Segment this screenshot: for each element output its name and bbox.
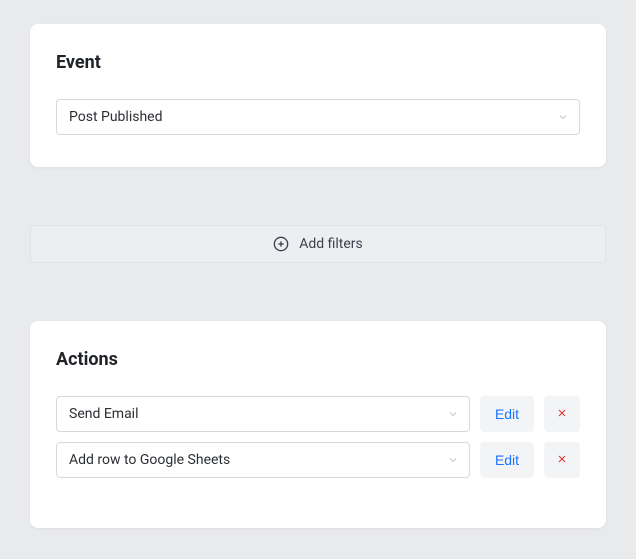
chevron-down-icon	[557, 111, 569, 123]
plus-circle-icon	[273, 236, 289, 252]
actions-title: Actions	[56, 349, 580, 370]
action-select-value: Add row to Google Sheets	[69, 452, 230, 468]
action-row: Add row to Google Sheets Edit	[56, 442, 580, 478]
add-filters-button[interactable]: Add filters	[30, 225, 606, 263]
event-select-value: Post Published	[69, 109, 162, 125]
event-select[interactable]: Post Published	[56, 99, 580, 135]
action-select-value: Send Email	[69, 406, 139, 422]
close-icon	[556, 406, 568, 422]
action-select[interactable]: Send Email	[56, 396, 470, 432]
actions-card: Actions Send Email Edit Add row to Googl…	[30, 321, 606, 528]
edit-action-button[interactable]: Edit	[480, 442, 534, 478]
add-filters-label: Add filters	[299, 236, 363, 252]
delete-action-button[interactable]	[544, 442, 580, 478]
chevron-down-icon	[447, 408, 459, 420]
delete-action-button[interactable]	[544, 396, 580, 432]
action-row: Send Email Edit	[56, 396, 580, 432]
edit-action-button[interactable]: Edit	[480, 396, 534, 432]
event-card: Event Post Published	[30, 24, 606, 167]
chevron-down-icon	[447, 454, 459, 466]
action-select[interactable]: Add row to Google Sheets	[56, 442, 470, 478]
close-icon	[556, 452, 568, 468]
event-title: Event	[56, 52, 580, 73]
